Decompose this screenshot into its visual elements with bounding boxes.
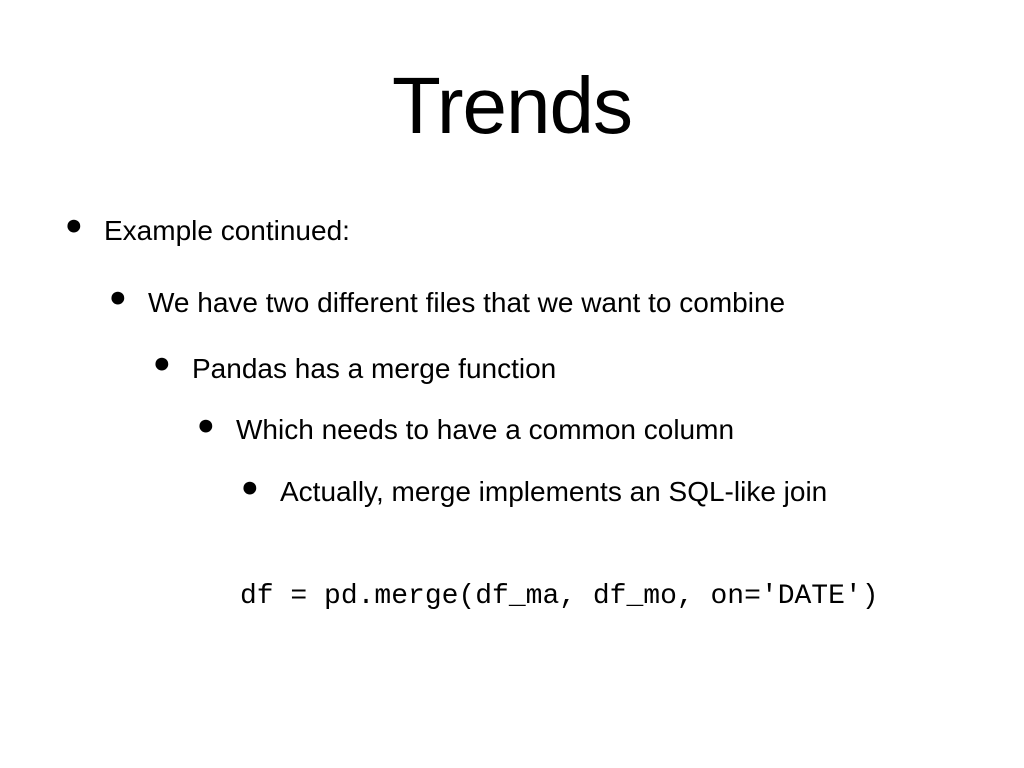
bullet-level-5: Actually, merge implements an SQL-like j…	[236, 473, 964, 511]
code-snippet: df = pd.merge(df_ma, df_mo, on='DATE')	[240, 581, 964, 612]
bullet-list: Example continued: We have two different…	[60, 212, 964, 511]
slide-title: Trends	[60, 60, 964, 152]
bullet-level-4: Which needs to have a common column	[192, 411, 964, 449]
bullet-level-3: Pandas has a merge function	[148, 350, 964, 388]
bullet-level-2: We have two different files that we want…	[104, 284, 964, 322]
bullet-level-1: Example continued:	[60, 212, 964, 250]
slide: Trends Example continued: We have two di…	[0, 0, 1024, 768]
